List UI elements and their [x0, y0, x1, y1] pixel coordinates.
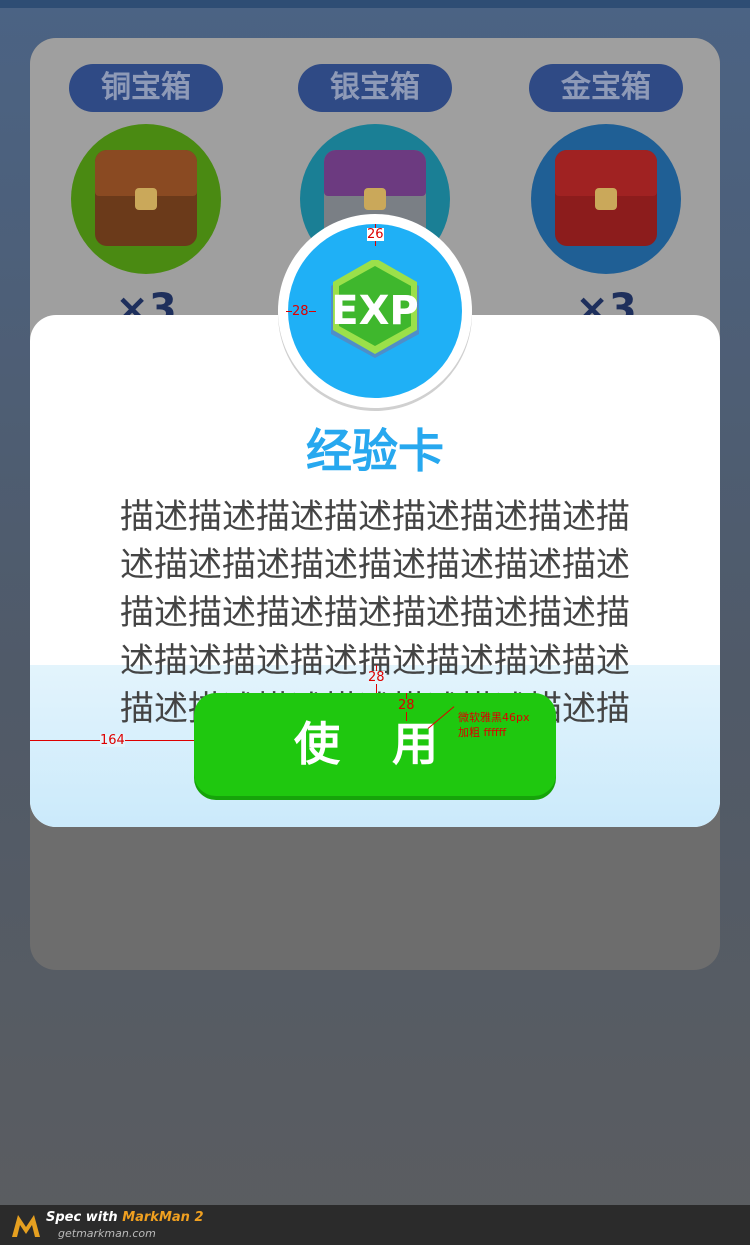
measure-label-badge-left: 28 [292, 304, 309, 319]
footer-title: Spec with MarkMan 2 [46, 1210, 204, 1225]
top-status-bar [0, 0, 750, 8]
chest-label-silver: 银宝箱 [298, 64, 452, 112]
gold-chest-icon[interactable] [531, 124, 681, 274]
markman-footer: Spec with MarkMan 2 getmarkman.com [0, 1205, 750, 1245]
measure-label-button-gap: 28 [398, 698, 415, 713]
font-note-line2: 加粗 ffffff [458, 726, 507, 739]
font-note-line1: 微软雅黑46px [458, 711, 530, 724]
footer-subtitle[interactable]: getmarkman.com [58, 1227, 156, 1240]
chest-label-gold: 金宝箱 [529, 64, 683, 112]
measure-label-badge-top: 26 [367, 227, 384, 242]
dialog-title: 经验卡 [306, 424, 444, 478]
measure-label-button-left: 164 [100, 733, 125, 748]
markman-logo-icon [12, 1215, 40, 1237]
use-button[interactable]: 使 用 [194, 693, 556, 796]
chest-label-copper: 铜宝箱 [69, 64, 223, 112]
copper-chest-icon[interactable] [71, 124, 221, 274]
footer-brand: MarkMan 2 [122, 1210, 204, 1225]
measure-label-section-gap: 28 [368, 670, 385, 685]
footer-title-prefix: Spec with [46, 1210, 123, 1225]
